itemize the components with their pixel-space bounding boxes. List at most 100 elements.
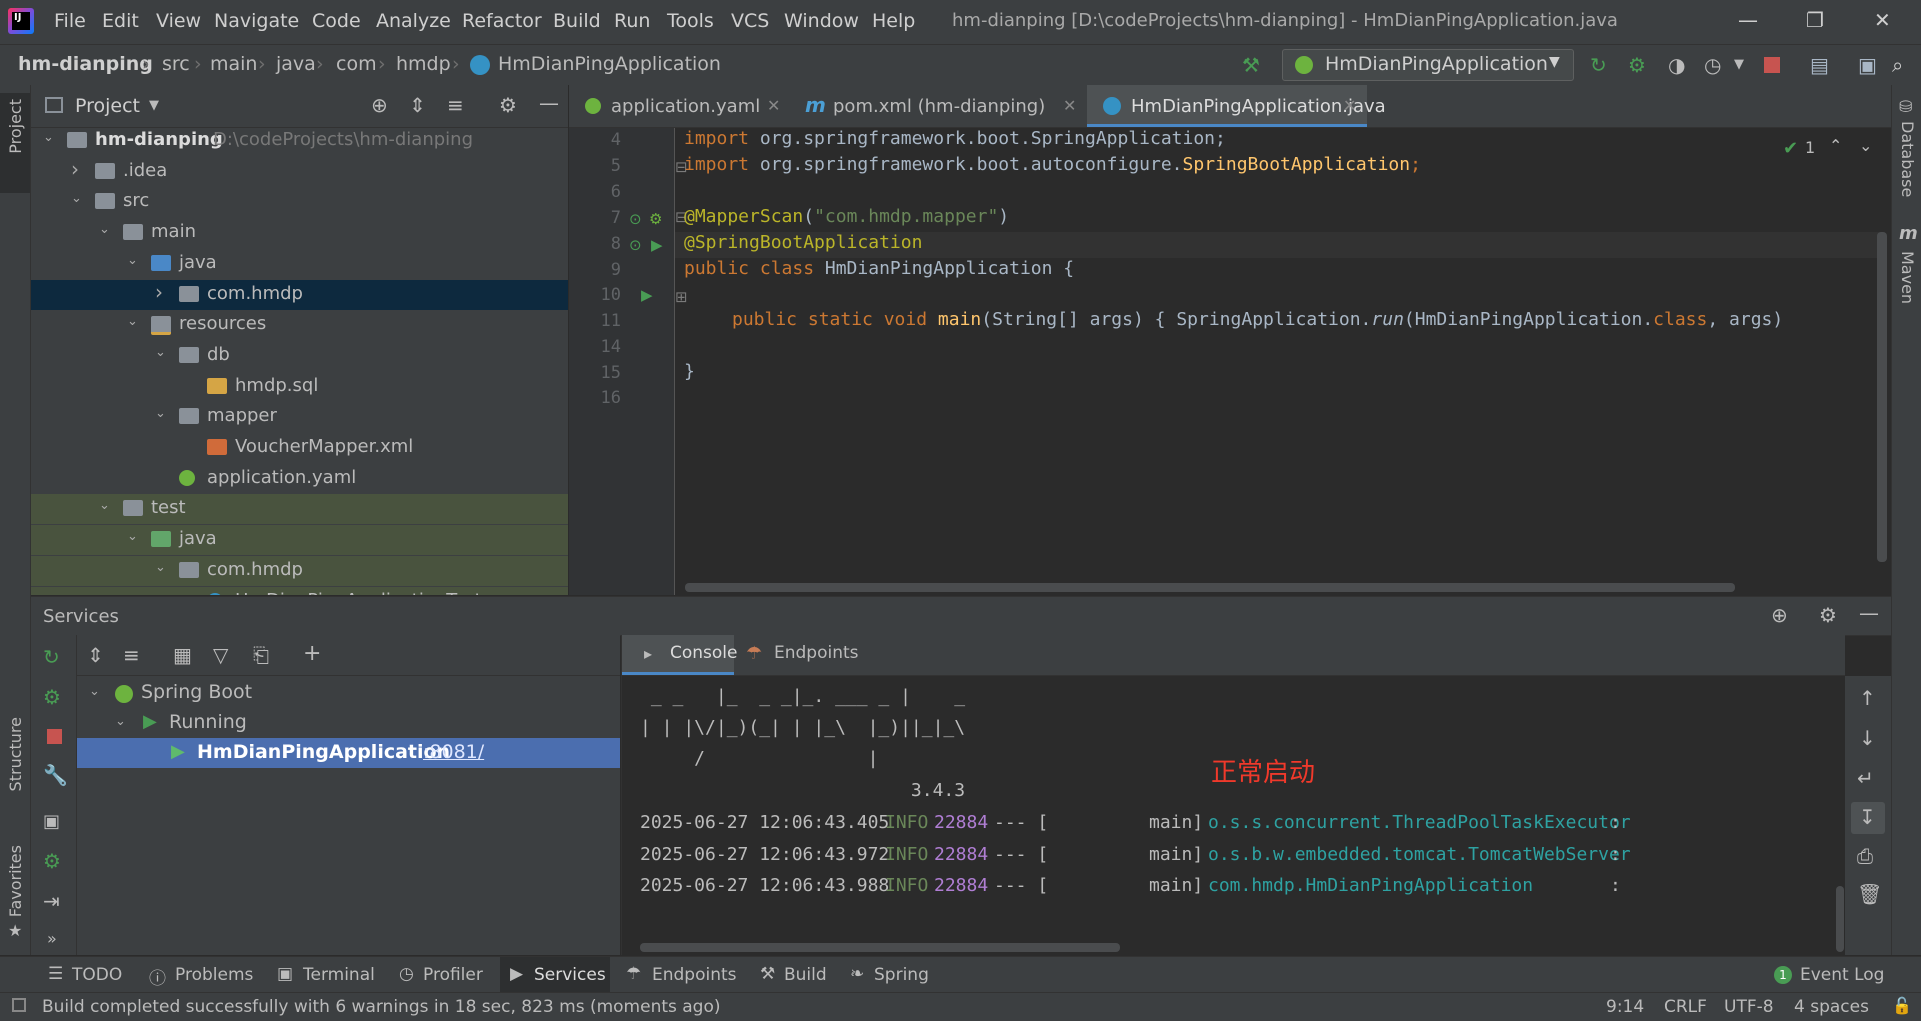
service-group-spring-boot[interactable]: ⌄ Spring Boot [77,678,620,708]
database-stripe-label[interactable]: Database [1898,121,1917,197]
tab-endpoints[interactable]: ☂ Endpoints [734,635,859,675]
presentation-icon[interactable]: ▣ [1858,53,1877,77]
breadcrumb-com[interactable]: com [336,53,377,75]
tree-item[interactable]: ⌄ test [31,494,568,525]
locate-icon[interactable]: ⊕ [371,93,388,117]
stop-icon[interactable] [1764,57,1780,73]
service-group-running[interactable]: ⌄ ▶ Running [77,708,620,738]
tree-item[interactable]: ⌄ db [31,341,568,371]
close-window-icon[interactable]: ✕ [1874,8,1891,32]
tool-profiler[interactable]: ◷ Profiler [397,957,499,993]
spring-config-icon[interactable]: ⚙ [649,210,662,228]
menu-window[interactable]: Window [784,10,859,32]
restore-icon[interactable]: ❐ [1806,8,1824,32]
tool-terminal[interactable]: ▣ Terminal [275,957,385,993]
chevron-down-icon[interactable]: ⌄ [155,406,166,421]
hide-panel-icon[interactable]: — [1859,601,1879,625]
breadcrumb-class[interactable]: HmDianPingApplication [498,53,721,75]
breadcrumb-src[interactable]: src [162,53,190,75]
caret-position[interactable]: 9:14 [1606,997,1644,1017]
chevron-down-icon[interactable]: ⌄ [43,130,54,145]
gear-icon[interactable]: ⚙ [1819,603,1837,627]
tool-build[interactable]: ⚒ Build [758,957,830,993]
chevron-down-icon[interactable]: ⌄ [89,684,100,699]
lock-icon[interactable]: 🔓 [1892,996,1912,1015]
maven-stripe-label[interactable]: Maven [1898,251,1917,304]
indent-setting[interactable]: 4 spaces [1794,997,1869,1017]
project-view-title[interactable]: Project [75,95,140,117]
tab-pom-xml[interactable]: m pom.xml (hm-dianping) ✕ [791,85,1087,127]
code-editor[interactable]: 4 5 6 7 8 9 10 11 14 15 16 ✔ 1 ⌃ ⌄ ⊙ ⚙ ⊙ ▶ ▶ ⊟ ⊟ ⊞ import … [569,128,1891,595]
tool-spring[interactable]: ❧ Spring [848,957,938,993]
rerun-icon[interactable]: ↻ [1590,53,1607,77]
chevron-down-icon[interactable]: ⌄ [99,498,110,513]
tree-item[interactable]: application.yaml [31,464,568,494]
tree-item[interactable]: hmdp.sql [31,372,568,402]
vertical-scrollbar[interactable] [1877,232,1887,562]
more-icon[interactable]: » [47,929,57,948]
filter-icon[interactable]: ▽ [213,643,228,667]
camera-icon[interactable]: ▣ [43,811,60,832]
run-gutter-icon[interactable]: ▶ [651,236,663,254]
status-message[interactable]: Build completed successfully with 6 warn… [42,997,721,1017]
menu-tools[interactable]: Tools [667,10,714,32]
chevron-down-icon[interactable]: ⌄ [127,314,138,329]
chevron-down-icon[interactable]: ▼ [149,98,159,113]
menu-code[interactable]: Code [312,10,361,32]
tab-console[interactable]: ▸ Console [622,635,738,675]
tool-endpoints[interactable]: ☂ Endpoints [624,957,737,993]
breadcrumb-hmdp[interactable]: hmdp [396,53,451,75]
tree-item[interactable]: HmDianPingApplicationTests [31,586,568,595]
tool-problems[interactable]: ⓘ Problems [145,957,261,993]
tree-item[interactable]: ⌄ java [31,249,568,279]
scroll-down-icon[interactable]: ↓ [1859,726,1876,750]
tab-application-yaml[interactable]: application.yaml ✕ [569,85,791,127]
chevron-down-icon[interactable]: ⌄ [115,714,126,729]
inspection-ok-icon[interactable]: ✔ [1783,138,1798,159]
project-structure-icon[interactable]: ▤ [1810,53,1829,77]
menu-edit[interactable]: Edit [102,10,139,32]
gear-icon[interactable]: ⚙ [499,93,517,117]
locate-icon[interactable]: ⊕ [1771,603,1788,627]
status-toggle-icon[interactable] [12,998,26,1012]
console-output[interactable]: _ _ |_ _ _|_. ___ _ | _ | | |\/|_)(_| | … [621,676,1845,955]
profile-icon[interactable]: ◷ [1704,53,1721,77]
intellij-logo-icon[interactable]: IJ [8,8,34,34]
exit-icon[interactable]: ⇥ [43,889,60,913]
service-hmdianpingapplication[interactable]: ▶ HmDianPingApplication :8081/ [77,738,620,768]
chevron-down-icon[interactable]: ⌄ [99,222,110,237]
build-hammer-icon[interactable]: ⚒ [1242,53,1260,77]
file-encoding[interactable]: UTF-8 [1724,997,1774,1017]
minimize-icon[interactable]: — [1738,8,1758,32]
tree-item[interactable]: ⌄ resources [31,310,568,340]
menu-view[interactable]: View [156,10,201,32]
chevron-down-icon[interactable]: ⌄ [71,191,82,206]
expand-all-icon[interactable]: ⇕ [409,93,426,117]
tree-item[interactable]: ⌄ hm-dianping D:\codeProjects\hm-dianping [31,128,568,156]
menu-file[interactable]: File [54,10,86,32]
close-tab-icon[interactable]: ✕ [1063,96,1076,115]
breadcrumb-java[interactable]: java [276,53,316,75]
menu-build[interactable]: Build [553,10,601,32]
tree-item[interactable]: ⌄ com.hmdp [31,555,568,586]
scroll-to-end-button[interactable]: ↧ [1851,802,1885,834]
menu-refactor[interactable]: Refactor [462,10,542,32]
tab-hmdianpingapplication[interactable]: HmDianPingApplication.java ✕ [1087,85,1386,127]
menu-vcs[interactable]: VCS [731,10,769,32]
bean-icon[interactable]: ⊙ [629,236,642,254]
breadcrumb-main[interactable]: main [210,53,257,75]
previous-highlight-icon[interactable]: ⌃ [1829,136,1842,155]
debug-icon[interactable]: ⚙ [43,685,61,709]
chevron-down-icon[interactable]: ⌄ [127,253,138,268]
console-vertical-scrollbar[interactable] [1836,886,1844,952]
collapse-all-icon[interactable]: ≡ [447,93,464,117]
more-run-chevron-icon[interactable]: ▼ [1734,57,1744,72]
tree-item[interactable]: ⌄ main [31,218,568,248]
run-configuration-select[interactable]: HmDianPingApplication ▼ [1282,49,1574,81]
menu-navigate[interactable]: Navigate [214,10,299,32]
tool-event-log[interactable]: 1 Event Log [1772,957,1892,993]
scroll-up-icon[interactable]: ↑ [1859,686,1876,710]
structure-stripe-label[interactable]: Structure [6,717,25,791]
attach-debugger-icon[interactable]: ⚙ [43,849,61,873]
breadcrumb-project[interactable]: hm-dianping [18,53,153,75]
